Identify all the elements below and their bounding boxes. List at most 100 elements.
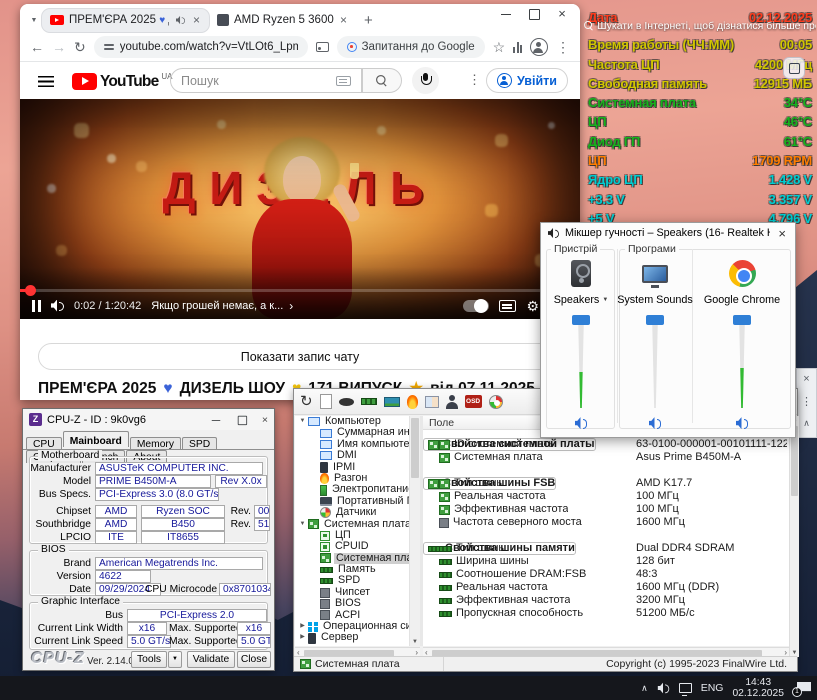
- youtube-menu-icon[interactable]: ⋮: [468, 72, 481, 88]
- panel-row[interactable]: Тип шиныAMD K17.7: [423, 477, 789, 490]
- volume-slider-track[interactable]: [648, 323, 662, 408]
- bookmark-star-icon[interactable]: ☆: [493, 39, 506, 56]
- address-bar[interactable]: youtube.com/watch?v=VtLOt6_Lpmg: [94, 36, 308, 58]
- panel-row[interactable]: Пропускная способность51200 МБ/с: [423, 607, 789, 620]
- action-center-icon[interactable]: 1: [795, 681, 811, 695]
- clock[interactable]: 14:43 02.12.2025: [732, 677, 784, 699]
- mute-button[interactable]: [575, 417, 588, 429]
- settings-gear-icon[interactable]: ⚙: [526, 299, 539, 313]
- tree-item[interactable]: BIOS: [295, 598, 409, 609]
- volume-slider-track[interactable]: [735, 323, 749, 408]
- tree-item[interactable]: Датчики: [295, 507, 409, 518]
- close-button[interactable]: ×: [556, 8, 568, 20]
- tray-overflow-icon[interactable]: ∧: [641, 683, 648, 694]
- panel-row[interactable]: Эффективная частота100 МГц: [423, 503, 789, 516]
- tab-close-icon[interactable]: ×: [339, 13, 348, 27]
- cpuz-tab-mainboard[interactable]: Mainboard: [63, 431, 129, 447]
- volume-tray-icon[interactable]: [657, 683, 669, 694]
- tree-item[interactable]: CPUID: [295, 541, 409, 552]
- expand-icon[interactable]: ▼: [297, 519, 308, 530]
- tree-item[interactable]: Чипсет: [295, 587, 409, 598]
- expand-icon[interactable]: ▼: [297, 416, 308, 427]
- tree-item[interactable]: Память: [295, 564, 409, 575]
- volume-slider-track[interactable]: [574, 323, 588, 408]
- tree-item[interactable]: ЦП: [295, 530, 409, 541]
- tree-item[interactable]: ▼Компьютер: [295, 416, 409, 427]
- search-input[interactable]: Пошук: [170, 68, 362, 93]
- volume-icon[interactable]: [51, 300, 64, 312]
- floating-overlay-icon[interactable]: [783, 57, 805, 79]
- panel-row[interactable]: Соотношение DRAM:FSB48:3: [423, 568, 789, 581]
- pause-button[interactable]: [32, 300, 41, 312]
- refresh-icon[interactable]: ↻: [300, 394, 313, 410]
- ask-google-button[interactable]: Запитання до Google: [337, 36, 485, 58]
- panel-row[interactable]: Системная платаAsus Prime B450M-A: [423, 451, 789, 464]
- expand-icon[interactable]: ▶: [297, 632, 308, 643]
- maximize-button[interactable]: [237, 414, 247, 424]
- media-controls-icon[interactable]: [513, 42, 522, 53]
- tree-item[interactable]: Портативный ПК: [295, 496, 409, 507]
- volume-slider-handle[interactable]: [646, 315, 664, 325]
- panel-row[interactable]: ID системной платы63-0100-000001-0010111…: [423, 438, 789, 451]
- video-player[interactable]: ДИЗЕЛЬ 0:02 / 1:20:42 Якщо грошей немає,…: [20, 99, 580, 319]
- keyboard-icon[interactable]: [336, 76, 351, 86]
- language-indicator[interactable]: ENG: [701, 682, 724, 694]
- tree-item[interactable]: Электропитание: [295, 484, 409, 495]
- panel-row[interactable]: Эффективная частота3200 МГц: [423, 594, 789, 607]
- show-chat-replay-button[interactable]: Показати запис чату: [38, 343, 562, 370]
- benchmark-icon[interactable]: [425, 396, 439, 408]
- volume-slider-handle[interactable]: [733, 315, 751, 325]
- panel-row[interactable]: Тип шиныDual DDR4 SDRAM: [423, 542, 789, 555]
- stress-test-flame-icon[interactable]: [407, 395, 418, 409]
- reload-icon[interactable]: ↻: [74, 39, 86, 56]
- tools-button[interactable]: Tools: [131, 651, 167, 668]
- browser-menu-icon[interactable]: ⋮: [556, 39, 570, 56]
- tree-item[interactable]: DMI: [295, 450, 409, 461]
- volume-slider-handle[interactable]: [572, 315, 590, 325]
- tree-item[interactable]: SPD: [295, 575, 409, 586]
- chapter-title[interactable]: Якщо грошей немає, а к...: [151, 300, 283, 312]
- cpuz-titlebar[interactable]: Z CPU-Z - ID : 9k0vg6 ×: [23, 409, 274, 430]
- panel-row[interactable]: Реальная частота100 МГц: [423, 490, 789, 503]
- panel-row[interactable]: Ширина шины128 бит: [423, 555, 789, 568]
- panel-row[interactable]: Частота северного моста1600 МГц: [423, 516, 789, 529]
- kebab-icon[interactable]: ⋮: [801, 395, 812, 408]
- panel-row[interactable]: Реальная частота1600 МГц (DDR): [423, 581, 789, 594]
- gpu-icon[interactable]: [384, 397, 400, 407]
- minimize-button[interactable]: [500, 8, 512, 20]
- browser-tab[interactable]: AMD Ryzen 5 3600 @ 4023.78 ×: [209, 9, 356, 32]
- tree-scrollbar[interactable]: ▼: [409, 416, 420, 646]
- tree-item[interactable]: Суммарная информ: [295, 427, 409, 438]
- chapter-arrow-icon[interactable]: ›: [289, 299, 293, 313]
- autoplay-toggle[interactable]: [463, 300, 489, 312]
- sign-in-button[interactable]: Увійти: [486, 68, 568, 93]
- tree-item[interactable]: Разгон: [295, 473, 409, 484]
- close-button[interactable]: ×: [775, 226, 789, 241]
- expand-icon[interactable]: ▶: [297, 621, 308, 632]
- tree-item[interactable]: ▼Системная плата: [295, 519, 409, 530]
- youtube-logo[interactable]: YouTube UA: [72, 73, 173, 90]
- panel-scrollbar[interactable]: ▲ ▼: [789, 416, 799, 657]
- back-icon[interactable]: ←: [30, 39, 44, 55]
- mute-button[interactable]: [736, 417, 749, 429]
- tree-item[interactable]: ▶Сервер: [295, 632, 409, 643]
- audit-user-icon[interactable]: [446, 395, 458, 409]
- cast-icon[interactable]: [316, 42, 329, 52]
- subtitles-icon[interactable]: [499, 300, 516, 312]
- report-icon[interactable]: [320, 394, 332, 409]
- profile-avatar[interactable]: [530, 38, 548, 56]
- new-tab-button[interactable]: +: [364, 12, 373, 29]
- memory-icon[interactable]: [361, 398, 377, 405]
- tree-item[interactable]: ▶Операционная система: [295, 621, 409, 632]
- browser-tab-active[interactable]: ПРЕМ'ЄРА 2025 ♥ ДИЗЕЛ ×: [42, 9, 209, 32]
- device-dropdown-icon[interactable]: ▼: [602, 297, 608, 303]
- site-info-icon[interactable]: [104, 43, 114, 51]
- mute-button[interactable]: [649, 417, 662, 429]
- mixer-titlebar[interactable]: Мікшер гучності – Speakers (16- Realtek …: [541, 223, 795, 243]
- minimize-button[interactable]: [211, 414, 221, 424]
- osd-panel-icon[interactable]: OSD: [465, 395, 482, 408]
- close-button[interactable]: Close: [237, 651, 271, 668]
- tree-item[interactable]: IPMI: [295, 462, 409, 473]
- maximize-button[interactable]: [528, 8, 540, 20]
- tree-item[interactable]: Системная плата: [295, 553, 409, 564]
